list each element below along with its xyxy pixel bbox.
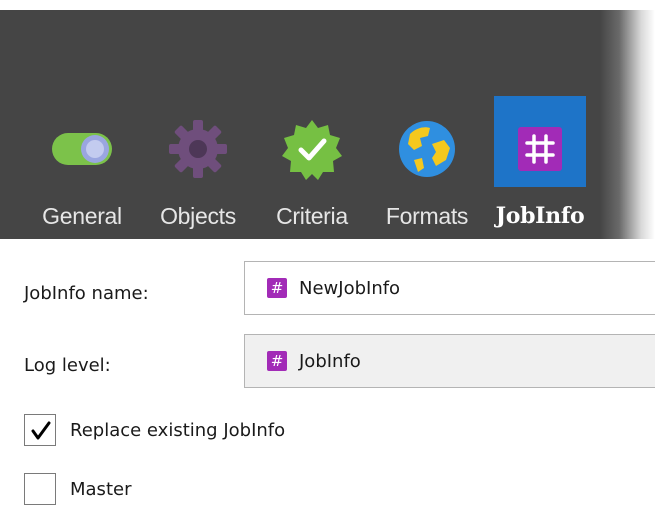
tab-formats[interactable]: Formats — [372, 96, 482, 239]
jobinfo-name-label: JobInfo name: — [24, 283, 149, 304]
checkmark-icon — [31, 421, 51, 440]
tab-jobinfo-label: JobInfo — [495, 203, 585, 229]
tab-criteria-label: Criteria — [276, 203, 348, 229]
tab-objects[interactable]: Objects — [148, 96, 248, 239]
globe-icon — [399, 121, 455, 177]
gear-icon — [169, 120, 227, 178]
log-level-label: Log level: — [24, 355, 111, 376]
toggle-icon — [52, 133, 112, 165]
tab-general-label: General — [42, 203, 122, 229]
replace-existing-checkbox[interactable] — [24, 414, 56, 446]
tab-jobinfo[interactable]: JobInfo — [490, 96, 590, 239]
tab-objects-label: Objects — [160, 203, 236, 229]
master-label: Master — [70, 479, 132, 500]
hash-icon: # — [267, 278, 287, 298]
tab-criteria[interactable]: Criteria — [262, 96, 362, 239]
check-badge-icon — [282, 120, 342, 180]
tab-general[interactable]: General — [30, 96, 134, 239]
hash-icon — [518, 127, 562, 171]
hash-icon: # — [267, 351, 287, 371]
log-level-value: JobInfo — [299, 350, 361, 372]
master-checkbox[interactable] — [24, 473, 56, 505]
top-strip — [0, 0, 655, 10]
log-level-select[interactable]: # JobInfo — [244, 334, 655, 388]
jobinfo-name-input[interactable]: # NewJobInfo — [244, 261, 655, 315]
toolbar-edge-shade — [600, 10, 655, 239]
replace-existing-label: Replace existing JobInfo — [70, 420, 286, 441]
tab-formats-label: Formats — [385, 203, 469, 229]
jobinfo-name-value: NewJobInfo — [299, 277, 401, 299]
